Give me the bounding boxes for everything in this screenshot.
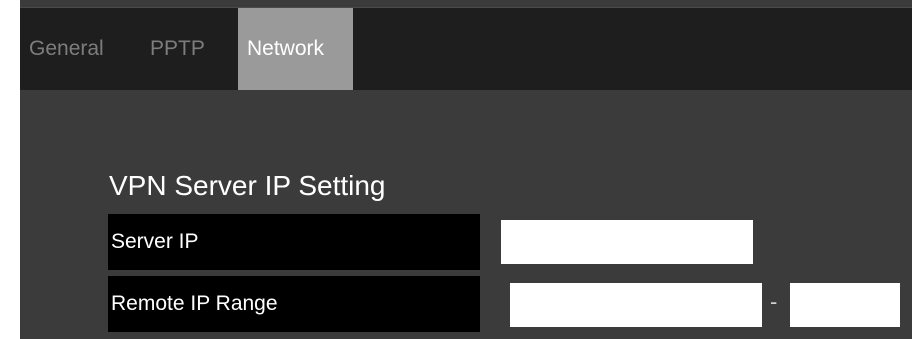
section-title: VPN Server IP Setting [109, 170, 386, 201]
server-ip-label: Server IP [108, 214, 480, 270]
tab-bar: General PPTP Network [20, 7, 912, 90]
remote-ip-range-label: Remote IP Range [108, 276, 480, 332]
vpn-settings-panel: General PPTP Network VPN Server IP Setti… [20, 0, 912, 339]
tab-general[interactable]: General [29, 8, 133, 90]
remote-ip-range-start-input[interactable] [510, 283, 762, 327]
tab-pptp[interactable]: PPTP [150, 8, 224, 90]
tab-network[interactable]: Network [238, 8, 353, 90]
range-separator: - [770, 289, 778, 314]
remote-ip-range-end-input[interactable] [790, 283, 900, 327]
server-ip-input[interactable] [501, 220, 753, 264]
